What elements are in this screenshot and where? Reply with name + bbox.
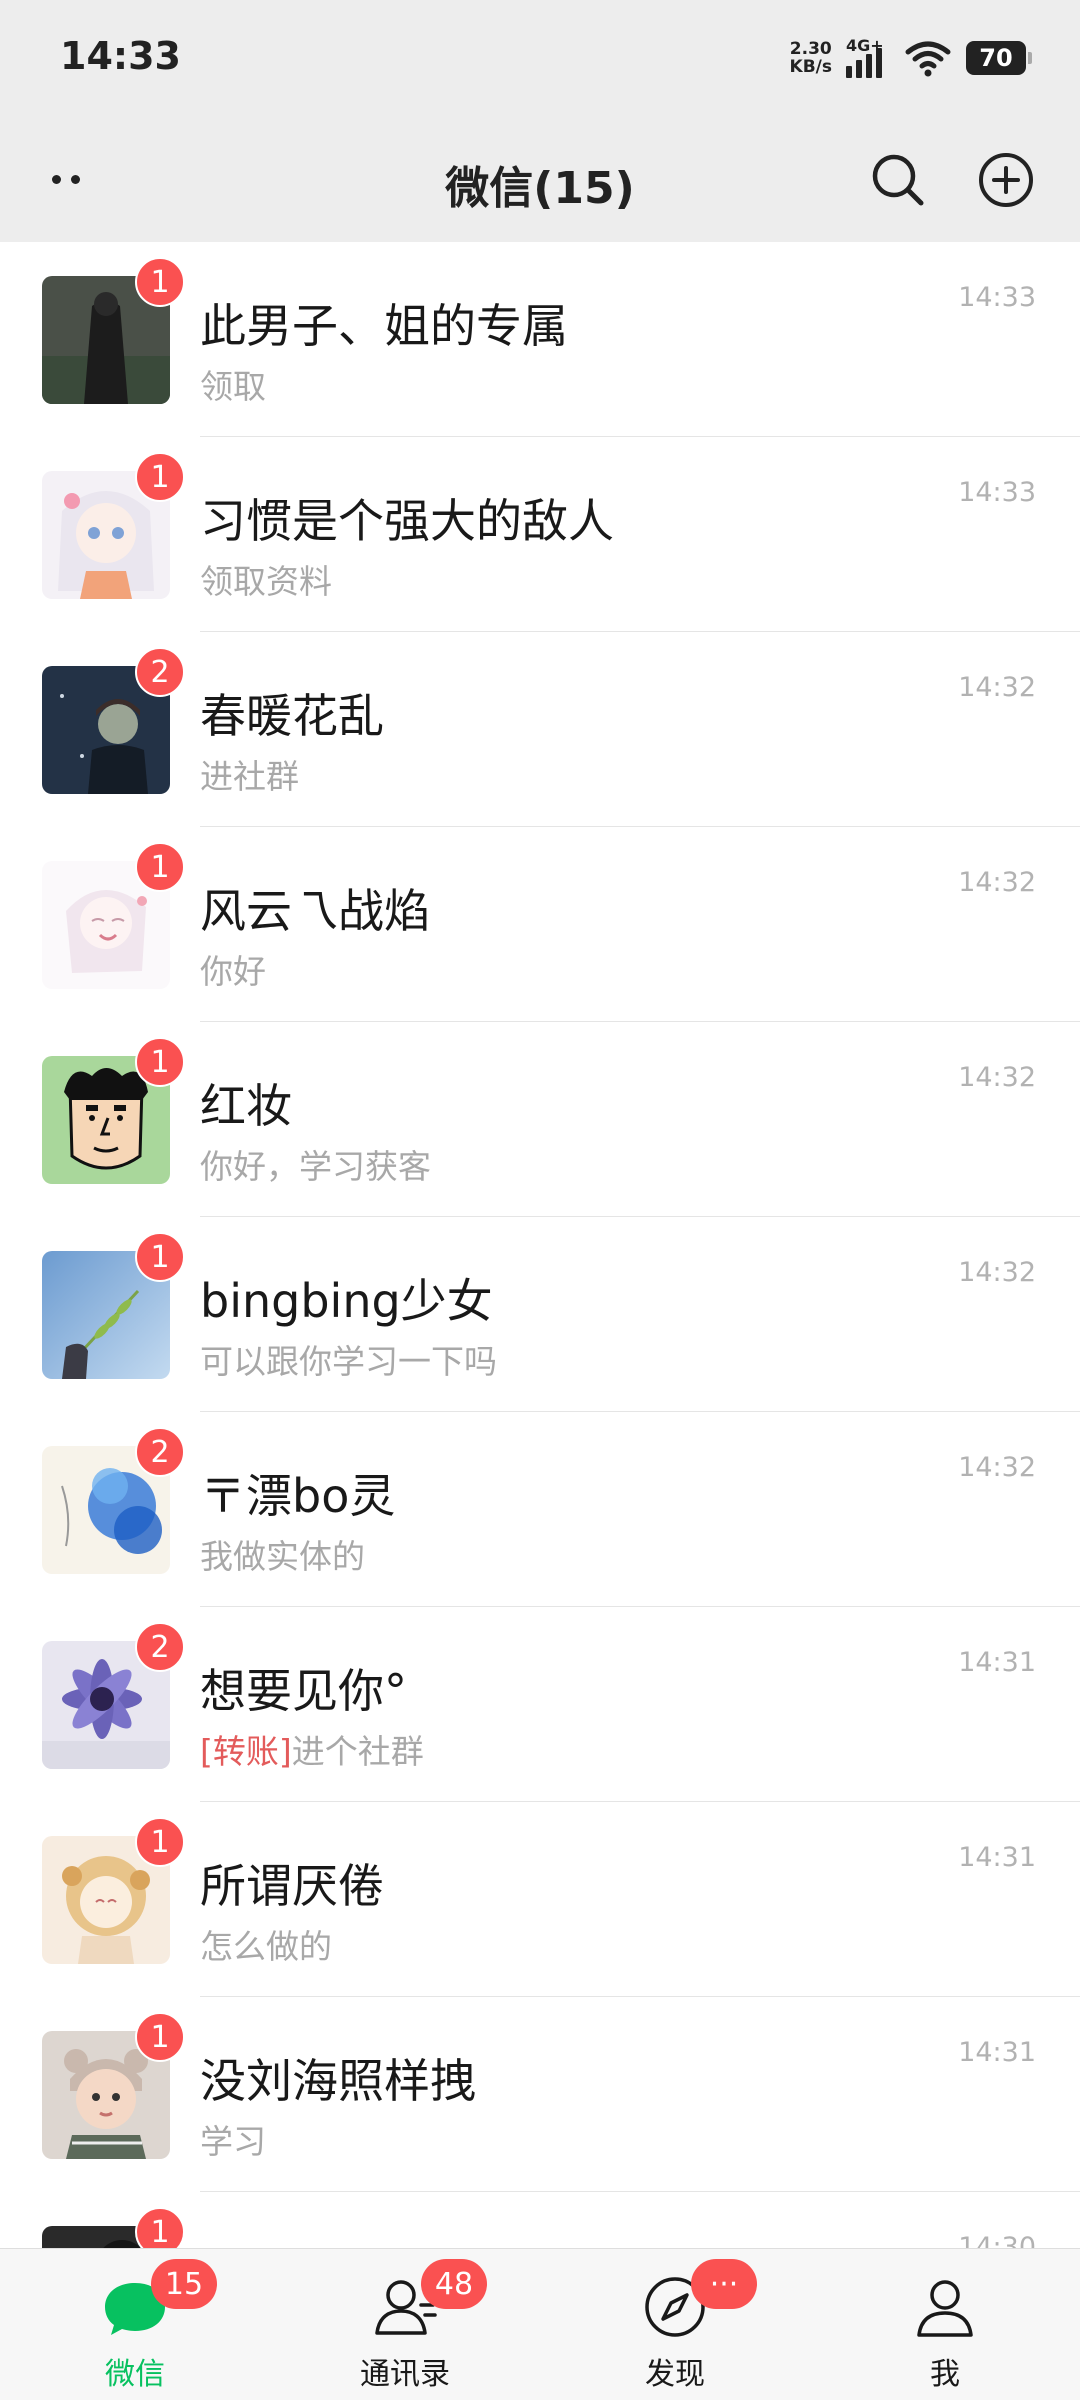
chat-time: 14:33 bbox=[958, 282, 1036, 313]
network-speed-value: 2.30 bbox=[789, 39, 832, 59]
chat-time: 14:31 bbox=[958, 1647, 1036, 1678]
chat-item[interactable]: 1 习惯是个强大的敌人 领取资料 14:33 bbox=[0, 437, 1080, 632]
status-time: 14:33 bbox=[60, 34, 181, 78]
chat-time: 14:32 bbox=[958, 1452, 1036, 1483]
unread-badge: 2 bbox=[135, 1622, 185, 1672]
chat-name: bingbing少女 bbox=[200, 1274, 493, 1328]
chat-preview: 进社群 bbox=[200, 757, 299, 796]
chat-time: 14:30 bbox=[958, 2232, 1036, 2248]
chat-item[interactable]: 1 没刘海照样拽 学习 14:31 bbox=[0, 1997, 1080, 2192]
tab-label: 微信 bbox=[105, 2357, 165, 2392]
chat-name: 没刘海照样拽 bbox=[200, 2054, 476, 2108]
chat-time: 14:32 bbox=[958, 867, 1036, 898]
chat-item[interactable]: 1 红妆 你好，学习获客 14:32 bbox=[0, 1022, 1080, 1217]
unread-badge: 2 bbox=[135, 647, 185, 697]
tab-label: 发现 bbox=[645, 2357, 705, 2392]
chat-preview: [转账]进个社群 bbox=[200, 1725, 424, 1773]
chat-item[interactable]: 1 风云乁战焰 你好 14:32 bbox=[0, 827, 1080, 1022]
tab-discover[interactable]: ··· 发现 bbox=[540, 2249, 810, 2401]
chat-item[interactable]: 1 此男子、姐的专属 领取 14:33 bbox=[0, 242, 1080, 437]
chat-name: 红妆 bbox=[200, 1079, 292, 1133]
status-bar: 14:33 2.30 KB/s 4G+ 70 bbox=[0, 0, 1080, 120]
tab-label: 我 bbox=[930, 2357, 960, 2392]
chat-item[interactable]: 1 bingbing少女 可以跟你学习一下吗 14:32 bbox=[0, 1217, 1080, 1412]
chat-time: 14:32 bbox=[958, 1257, 1036, 1288]
chat-list: 1 此男子、姐的专属 领取 14:33 1 习惯是个强大的敌人 领取资料 14:… bbox=[0, 242, 1080, 2248]
cellular-signal-icon: 4G+ bbox=[846, 36, 890, 78]
network-speed-unit: KB/s bbox=[789, 57, 832, 77]
tab-chats[interactable]: 15 微信 bbox=[0, 2249, 270, 2401]
chat-preview: 怎么做的 bbox=[200, 1927, 332, 1966]
chat-name: 此男子、姐的专属 bbox=[200, 299, 568, 353]
battery-indicator: 70 bbox=[966, 41, 1032, 75]
chat-preview-text: 进个社群 bbox=[291, 1732, 424, 1771]
unread-badge: 1 bbox=[135, 1232, 185, 1282]
chat-time: 14:32 bbox=[958, 672, 1036, 703]
chat-preview: 可以跟你学习一下吗 bbox=[200, 1342, 497, 1381]
person-icon bbox=[917, 2280, 973, 2337]
tab-me[interactable]: 我 bbox=[810, 2249, 1080, 2401]
unread-badge: 1 bbox=[135, 257, 185, 307]
chat-item[interactable]: 2 想要见你° [转账]进个社群 14:31 bbox=[0, 1607, 1080, 1802]
unread-badge: 1 bbox=[135, 452, 185, 502]
unread-badge: 48 bbox=[421, 2259, 487, 2309]
unread-badge: 1 bbox=[135, 1817, 185, 1867]
network-type: 4G+ bbox=[846, 36, 884, 55]
chat-item[interactable]: 2 〒漂bo灵 我做实体的 14:32 bbox=[0, 1412, 1080, 1607]
wifi-icon bbox=[905, 41, 951, 77]
transfer-tag: [转账] bbox=[200, 1732, 292, 1771]
chat-preview: 领取资料 bbox=[200, 562, 332, 601]
chat-item[interactable]: 2 春暖花乱 进社群 14:32 bbox=[0, 632, 1080, 827]
network-speed: 2.30 KB/s bbox=[790, 40, 832, 76]
search-icon[interactable] bbox=[868, 150, 928, 210]
chat-preview: 我做实体的 bbox=[200, 1537, 365, 1576]
unread-badge: 1 bbox=[135, 2207, 185, 2248]
chat-time: 14:31 bbox=[958, 1842, 1036, 1873]
chat-preview: 领取 bbox=[200, 367, 266, 406]
chat-name: 所谓厌倦 bbox=[200, 1859, 384, 1913]
bottom-tab-bar: 15 微信 48 通讯录 ··· 发现 我 bbox=[0, 2248, 1080, 2400]
unread-badge: 1 bbox=[135, 842, 185, 892]
top-navigation-bar: 微信(15) bbox=[0, 120, 1080, 242]
add-icon[interactable] bbox=[976, 150, 1036, 210]
chat-name: 习惯是个强大的敌人 bbox=[200, 494, 614, 548]
chat-name: 想要见你° bbox=[200, 1664, 407, 1718]
chat-time: 14:33 bbox=[958, 477, 1036, 508]
chat-item[interactable]: 1 所谓厌倦 怎么做的 14:31 bbox=[0, 1802, 1080, 1997]
chat-time: 14:32 bbox=[958, 1062, 1036, 1093]
status-indicators: 2.30 KB/s 4G+ 70 bbox=[790, 36, 1032, 80]
chat-name: 〒漂bo灵 bbox=[200, 1469, 396, 1523]
more-badge: ··· bbox=[691, 2259, 757, 2309]
tab-contacts[interactable]: 48 通讯录 bbox=[270, 2249, 540, 2401]
unread-badge: 2 bbox=[135, 1427, 185, 1477]
chat-preview: 学习 bbox=[200, 2122, 266, 2161]
unread-badge: 15 bbox=[151, 2259, 217, 2309]
chat-item[interactable]: 1 14:30 bbox=[0, 2192, 1080, 2248]
chat-name: 风云乁战焰 bbox=[200, 884, 430, 938]
chat-time: 14:31 bbox=[958, 2037, 1036, 2068]
chat-preview: 你好 bbox=[200, 952, 266, 991]
unread-badge: 1 bbox=[135, 2012, 185, 2062]
unread-badge: 1 bbox=[135, 1037, 185, 1087]
chat-name: 春暖花乱 bbox=[200, 689, 384, 743]
tab-label: 通讯录 bbox=[360, 2357, 450, 2392]
chat-preview: 你好，学习获客 bbox=[200, 1147, 431, 1186]
